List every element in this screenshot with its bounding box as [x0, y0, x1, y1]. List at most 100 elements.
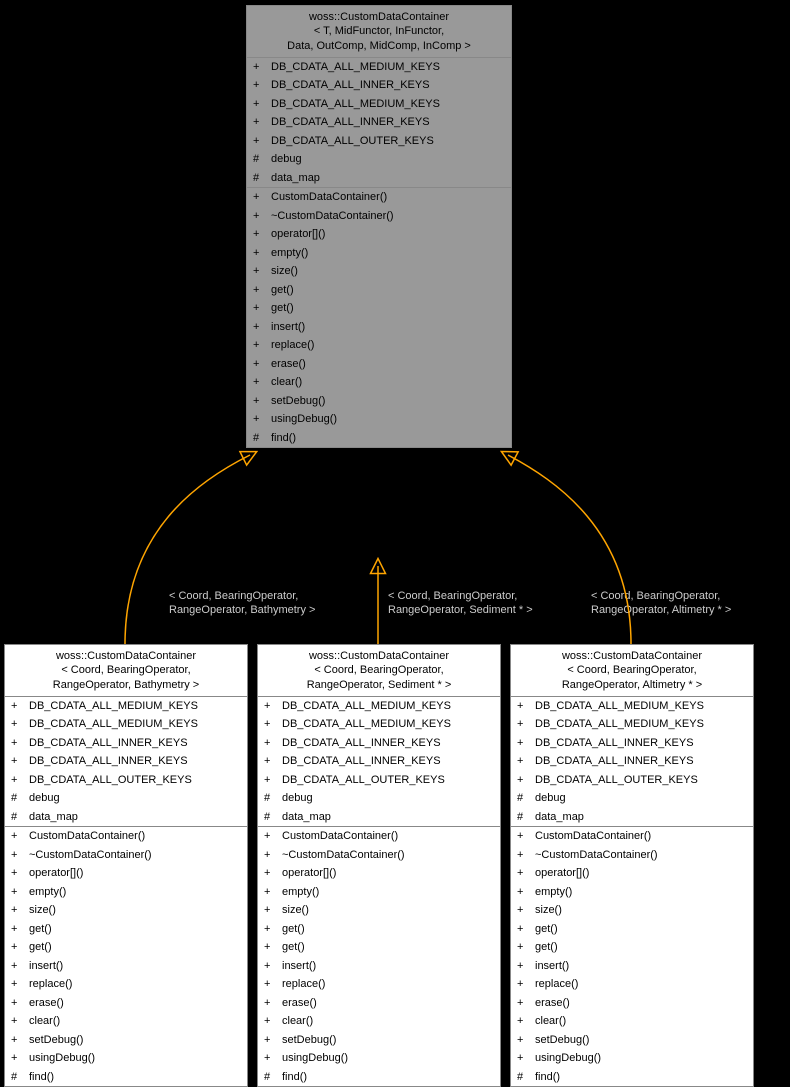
member-row[interactable]: +empty()	[511, 883, 753, 902]
member-row[interactable]: +replace()	[511, 975, 753, 994]
member-row[interactable]: +setDebug()	[511, 1031, 753, 1050]
member-row[interactable]: #find()	[511, 1068, 753, 1087]
member-row[interactable]: +CustomDataContainer()	[258, 827, 500, 846]
member-row[interactable]: +operator[]()	[247, 225, 511, 244]
member-row[interactable]: +erase()	[511, 994, 753, 1013]
member-row[interactable]: +size()	[511, 901, 753, 920]
member-name: DB_CDATA_ALL_MEDIUM_KEYS	[535, 698, 747, 715]
member-row[interactable]: +clear()	[247, 373, 511, 392]
member-row[interactable]: #find()	[258, 1068, 500, 1087]
member-row[interactable]: +get()	[247, 281, 511, 300]
member-row[interactable]: +DB_CDATA_ALL_MEDIUM_KEYS	[5, 715, 247, 734]
member-row[interactable]: +CustomDataContainer()	[511, 827, 753, 846]
member-row[interactable]: +empty()	[258, 883, 500, 902]
member-row[interactable]: +~CustomDataContainer()	[5, 846, 247, 865]
child-class-box-bathymetry[interactable]: woss::CustomDataContainer < Coord, Beari…	[4, 644, 248, 1087]
member-row[interactable]: +setDebug()	[258, 1031, 500, 1050]
member-row[interactable]: #data_map	[247, 169, 511, 188]
member-row[interactable]: +replace()	[247, 336, 511, 355]
member-row[interactable]: +insert()	[258, 957, 500, 976]
member-row[interactable]: #data_map	[5, 808, 247, 827]
member-row[interactable]: +erase()	[258, 994, 500, 1013]
member-row[interactable]: +clear()	[5, 1012, 247, 1031]
member-row[interactable]: +erase()	[5, 994, 247, 1013]
member-row[interactable]: #find()	[5, 1068, 247, 1087]
member-name: CustomDataContainer()	[535, 828, 747, 845]
member-name: usingDebug()	[29, 1050, 241, 1067]
member-name: setDebug()	[282, 1032, 494, 1049]
member-row[interactable]: +DB_CDATA_ALL_MEDIUM_KEYS	[247, 58, 511, 77]
member-row[interactable]: #debug	[511, 789, 753, 808]
member-row[interactable]: +setDebug()	[5, 1031, 247, 1050]
member-row[interactable]: +DB_CDATA_ALL_MEDIUM_KEYS	[258, 697, 500, 716]
member-row[interactable]: +empty()	[5, 883, 247, 902]
member-row[interactable]: #debug	[247, 150, 511, 169]
member-row[interactable]: +DB_CDATA_ALL_MEDIUM_KEYS	[247, 95, 511, 114]
member-row[interactable]: +size()	[258, 901, 500, 920]
member-name: CustomDataContainer()	[282, 828, 494, 845]
member-row[interactable]: #data_map	[511, 808, 753, 827]
member-row[interactable]: +CustomDataContainer()	[5, 827, 247, 846]
member-row[interactable]: +operator[]()	[5, 864, 247, 883]
member-row[interactable]: +clear()	[511, 1012, 753, 1031]
member-row[interactable]: +get()	[258, 920, 500, 939]
member-row[interactable]: +DB_CDATA_ALL_OUTER_KEYS	[247, 132, 511, 151]
member-row[interactable]: +DB_CDATA_ALL_MEDIUM_KEYS	[258, 715, 500, 734]
member-row[interactable]: #find()	[247, 429, 511, 448]
member-row[interactable]: +DB_CDATA_ALL_INNER_KEYS	[258, 734, 500, 753]
member-row[interactable]: +DB_CDATA_ALL_INNER_KEYS	[247, 113, 511, 132]
member-row[interactable]: +DB_CDATA_ALL_INNER_KEYS	[5, 734, 247, 753]
member-row[interactable]: +get()	[258, 938, 500, 957]
member-row[interactable]: +setDebug()	[247, 392, 511, 411]
member-row[interactable]: +get()	[5, 938, 247, 957]
member-name: ~CustomDataContainer()	[535, 847, 747, 864]
member-row[interactable]: +DB_CDATA_ALL_INNER_KEYS	[511, 752, 753, 771]
member-row[interactable]: +insert()	[511, 957, 753, 976]
member-row[interactable]: +DB_CDATA_ALL_INNER_KEYS	[511, 734, 753, 753]
member-row[interactable]: +size()	[5, 901, 247, 920]
member-row[interactable]: +DB_CDATA_ALL_INNER_KEYS	[247, 76, 511, 95]
member-row[interactable]: +~CustomDataContainer()	[247, 207, 511, 226]
member-visibility: #	[253, 430, 271, 447]
member-row[interactable]: +get()	[511, 938, 753, 957]
member-row[interactable]: +usingDebug()	[258, 1049, 500, 1068]
member-row[interactable]: +~CustomDataContainer()	[511, 846, 753, 865]
member-row[interactable]: +DB_CDATA_ALL_MEDIUM_KEYS	[5, 697, 247, 716]
parent-class-box[interactable]: woss::CustomDataContainer < T, MidFuncto…	[246, 5, 512, 448]
member-row[interactable]: +size()	[247, 262, 511, 281]
member-row[interactable]: #data_map	[258, 808, 500, 827]
member-row[interactable]: +DB_CDATA_ALL_MEDIUM_KEYS	[511, 715, 753, 734]
member-row[interactable]: +usingDebug()	[511, 1049, 753, 1068]
edge-label-sediment: < Coord, BearingOperator, RangeOperator,…	[388, 589, 533, 618]
member-name: DB_CDATA_ALL_MEDIUM_KEYS	[29, 716, 241, 733]
member-visibility: +	[264, 1032, 282, 1049]
member-row[interactable]: +~CustomDataContainer()	[258, 846, 500, 865]
child-class-box-altimetry[interactable]: woss::CustomDataContainer < Coord, Beari…	[510, 644, 754, 1087]
member-row[interactable]: +erase()	[247, 355, 511, 374]
member-row[interactable]: +operator[]()	[258, 864, 500, 883]
member-row[interactable]: #debug	[5, 789, 247, 808]
member-row[interactable]: +usingDebug()	[247, 410, 511, 429]
member-row[interactable]: +DB_CDATA_ALL_OUTER_KEYS	[5, 771, 247, 790]
member-row[interactable]: +DB_CDATA_ALL_INNER_KEYS	[5, 752, 247, 771]
member-row[interactable]: +CustomDataContainer()	[247, 188, 511, 207]
member-name: get()	[282, 939, 494, 956]
member-row[interactable]: +insert()	[5, 957, 247, 976]
member-row[interactable]: +DB_CDATA_ALL_INNER_KEYS	[258, 752, 500, 771]
member-row[interactable]: +get()	[511, 920, 753, 939]
edge-label-line: < Coord, BearingOperator,	[388, 590, 517, 602]
member-row[interactable]: +clear()	[258, 1012, 500, 1031]
member-row[interactable]: +get()	[247, 299, 511, 318]
member-row[interactable]: +replace()	[258, 975, 500, 994]
member-row[interactable]: +get()	[5, 920, 247, 939]
member-row[interactable]: +DB_CDATA_ALL_OUTER_KEYS	[258, 771, 500, 790]
member-row[interactable]: +replace()	[5, 975, 247, 994]
member-row[interactable]: +DB_CDATA_ALL_MEDIUM_KEYS	[511, 697, 753, 716]
member-row[interactable]: +empty()	[247, 244, 511, 263]
member-row[interactable]: #debug	[258, 789, 500, 808]
member-row[interactable]: +operator[]()	[511, 864, 753, 883]
child-class-box-sediment[interactable]: woss::CustomDataContainer < Coord, Beari…	[257, 644, 501, 1087]
member-row[interactable]: +insert()	[247, 318, 511, 337]
member-row[interactable]: +usingDebug()	[5, 1049, 247, 1068]
member-row[interactable]: +DB_CDATA_ALL_OUTER_KEYS	[511, 771, 753, 790]
